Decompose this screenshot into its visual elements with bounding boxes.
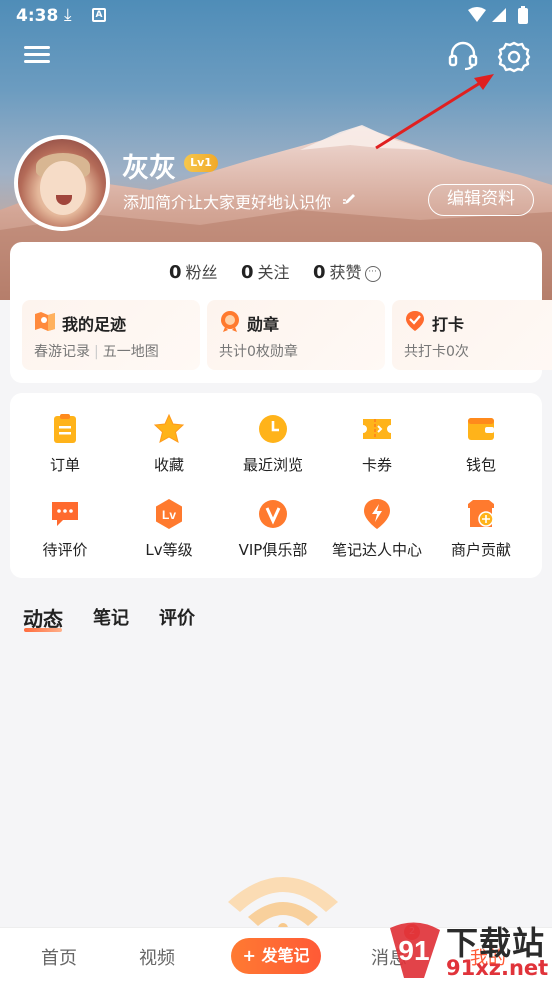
stats-row: 0 粉丝 0 关注 0 获赞 ··· (10, 259, 542, 283)
grid-pending-review[interactable]: 待评价 (12, 498, 118, 560)
tab-active-indicator (24, 628, 62, 632)
status-bar: 4:38 ⤓ A (0, 0, 552, 34)
level-icon: Lv (156, 499, 182, 529)
grid-note-expert[interactable]: 笔记达人中心 (324, 498, 430, 560)
bio-text[interactable]: 添加简介让大家更好地认识你 (123, 189, 331, 213)
footprint-spring[interactable]: 春游记录 (34, 344, 90, 360)
wallet-icon (468, 418, 494, 440)
svg-text:91: 91 (398, 935, 429, 966)
grid-recent[interactable]: 最近浏览 (220, 413, 326, 475)
nav-home[interactable]: 首页 (41, 944, 77, 970)
more-info-icon[interactable]: ··· (364, 265, 381, 282)
tab-reviews[interactable]: 评价 (159, 604, 195, 630)
vip-icon (259, 500, 287, 528)
svg-text:Lv: Lv (162, 508, 176, 522)
shop-icon (468, 500, 494, 527)
download-icon: ⤓ (64, 5, 72, 25)
grid-level[interactable]: Lv Lv等级 (116, 498, 222, 560)
watermark-url: 91xz.net (446, 956, 549, 980)
loading-illustration (228, 877, 338, 932)
annotation-arrow (375, 74, 494, 150)
comment-icon (52, 502, 78, 526)
grid-orders[interactable]: 订单 (12, 413, 118, 475)
bolt-icon (364, 499, 390, 529)
nickname: 灰灰 (122, 153, 176, 184)
post-note-button[interactable]: + 发笔记 (231, 938, 321, 974)
grid-coupons[interactable]: 卡券 (324, 413, 430, 475)
ticket-icon (363, 419, 391, 439)
clock-icon (259, 415, 287, 443)
tab-notes[interactable]: 笔记 (93, 604, 129, 630)
stat-likes[interactable]: 0 获赞 ··· (313, 259, 381, 283)
avatar[interactable] (14, 135, 110, 231)
stats-card: 0 粉丝 0 关注 0 获赞 ··· 我的足迹 春游记录 | 五一地图 勋章 共计0枚勋章 (10, 242, 552, 383)
stat-fans[interactable]: 0 粉丝 (169, 259, 218, 283)
grid-vip[interactable]: VIP俱乐部 (220, 498, 326, 560)
medal-icon (221, 311, 239, 332)
star-icon (153, 413, 185, 443)
status-icons (466, 6, 538, 31)
services-grid-card: 订单 收藏 最近浏览 卡券 钱包 待评价 Lv Lv等级 VIP俱乐部 笔记达人… (10, 393, 542, 578)
checkin-icon (406, 311, 424, 331)
tile-medals[interactable]: 勋章 共计0枚勋章 (207, 300, 385, 370)
status-time: 4:38 (16, 6, 59, 26)
grid-wallet[interactable]: 钱包 (428, 413, 534, 475)
wifi-signal-battery-icon (468, 6, 528, 24)
order-icon (54, 414, 76, 443)
watermark: 91 下载站 91xz.net (384, 918, 552, 983)
tile-footprint[interactable]: 我的足迹 春游记录 | 五一地图 (22, 300, 200, 370)
watermark-logo: 91 (390, 922, 440, 978)
settings-gear-icon[interactable] (497, 40, 531, 74)
grid-merchant[interactable]: 商户贡献 (428, 498, 534, 560)
nav-video[interactable]: 视频 (139, 944, 175, 970)
map-icon (35, 312, 55, 331)
menu-icon[interactable] (24, 42, 50, 68)
content-tabs: 动态 笔记 评价 (0, 600, 552, 640)
footprint-mayday[interactable]: 五一地图 (103, 344, 159, 360)
tile-checkin[interactable]: 打卡 共打卡0次 (392, 300, 552, 370)
edit-profile-button[interactable]: 编辑资料 (428, 184, 534, 216)
level-badge: Lv1 (184, 154, 218, 172)
notification-a-icon: A (92, 8, 106, 22)
stat-following[interactable]: 0 关注 (241, 259, 290, 283)
grid-favorites[interactable]: 收藏 (116, 413, 222, 475)
edit-pen-icon[interactable] (342, 191, 358, 207)
